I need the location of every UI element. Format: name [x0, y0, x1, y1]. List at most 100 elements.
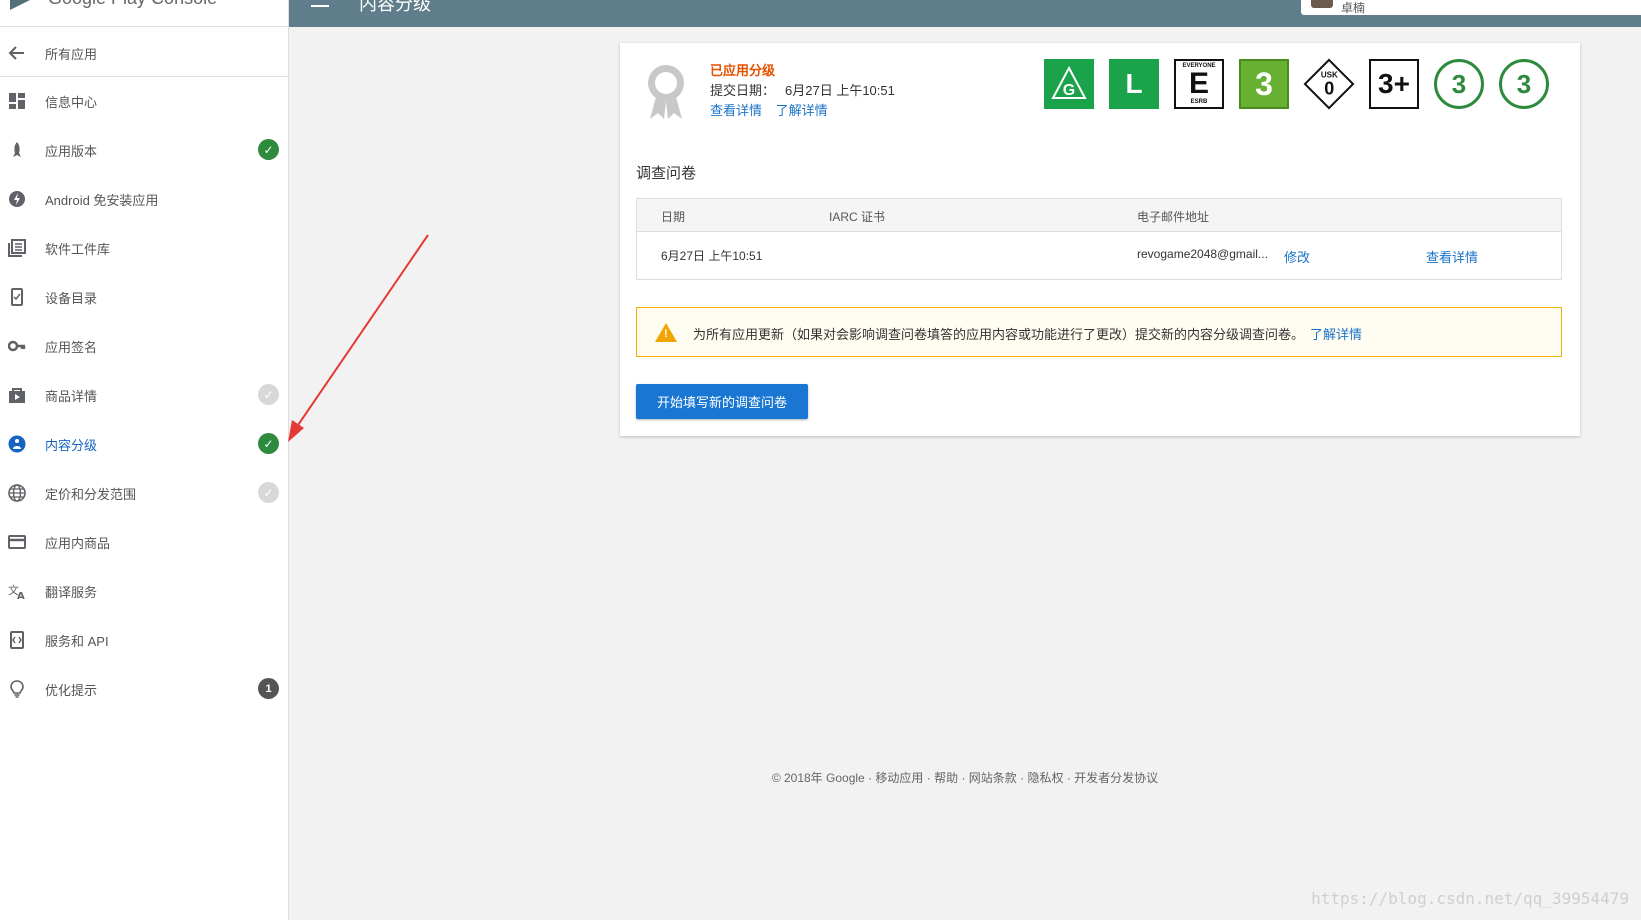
check-circle-icon: ✓ [258, 139, 279, 160]
footer-copyright: © 2018年 Google [771, 771, 865, 785]
sidebar-item-label: 所有应用 [45, 47, 98, 62]
column-date: 日期 [661, 210, 686, 224]
sidebar-item-label: 商品详情 [45, 389, 98, 404]
sidebar-item-label: 信息中心 [45, 95, 98, 110]
sidebar-item-translate[interactable]: 文 A 翻译服务 [0, 566, 289, 615]
sidebar: Google Play Console 所有应用 信息中心应用版本 ✓ Androi… [0, 0, 289, 920]
warning-message: 为所有应用更新（如果对会影响调查问卷填答的应用内容或功能进行了更改）提交新的内容… [693, 327, 1305, 342]
sidebar-item-label: 翻译服务 [45, 585, 98, 600]
footer-link[interactable]: 开发者分发协议 [1074, 771, 1158, 785]
warning-icon [655, 323, 677, 342]
warning-banner: 为所有应用更新（如果对会影响调查问卷填答的应用内容或功能进行了更改）提交新的内容… [636, 307, 1562, 357]
sidebar-item-store-listing[interactable]: 商品详情 ✓ [0, 370, 289, 419]
rating-badge-g-text: G [1063, 82, 1075, 99]
row-date: 6月27日 上午10:51 [661, 249, 763, 263]
sidebar-item-device[interactable]: 设备目录 [0, 272, 289, 321]
footer-links: · 移动应用 · 帮助 · 网站条款 · 隐私权 · 开发者分发协议 [868, 771, 1159, 785]
esrb-bottom-label: ESRB [1190, 99, 1208, 105]
learn-more-link[interactable]: 了解详情 [776, 103, 828, 118]
column-iarc: IARC 证书 [829, 210, 886, 224]
esrb-letter: E [1188, 67, 1209, 100]
footer-link[interactable]: 网站条款 [969, 771, 1017, 785]
sidebar-item-label: 应用签名 [45, 340, 98, 355]
view-details-link[interactable]: 查看详情 [1426, 247, 1478, 266]
count-badge: 1 [258, 678, 279, 699]
sidebar-item-globe[interactable]: 定价和分发范围 ✓ [0, 468, 289, 517]
app-bar: 内容分级 卓楠 [289, 0, 1641, 27]
table-row: 6月27日 上午10:51 revogame2048@gmail... 修改 查… [637, 232, 1561, 279]
key-icon [7, 336, 27, 356]
rating-badge-esrb: EVERYONE E ESRB [1174, 59, 1224, 109]
rating-status: 已应用分级 [710, 63, 776, 78]
store-listing-icon [7, 385, 27, 405]
sidebar-item-label: 优化提示 [45, 683, 98, 698]
rating-links: 查看详情 了解详情 [710, 100, 838, 119]
warning-learn-more-link[interactable]: 了解详情 [1310, 327, 1362, 342]
translate-icon: 文A [7, 581, 27, 601]
start-questionnaire-button[interactable]: 开始填写新的调查问卷 [636, 384, 808, 419]
credit-card-icon [7, 532, 27, 552]
sidebar-item-label: Android 免安装应用 [45, 193, 159, 208]
sidebar-item-lightning[interactable]: Android 免安装应用 [0, 174, 289, 223]
edit-link[interactable]: 修改 [1284, 247, 1310, 266]
sidebar-item-library[interactable]: 软件工件库 [0, 223, 289, 272]
brand-name: Google Play Console [48, 0, 217, 9]
sidebar-item-label: 服务和 API [45, 634, 109, 649]
footer-link[interactable]: 移动应用 [875, 771, 923, 785]
sidebar-item-label: 软件工件库 [45, 242, 111, 257]
submit-date-value: 6月27日 上午10:51 [785, 83, 895, 98]
sidebar-item-all-apps[interactable]: 所有应用 [0, 28, 289, 77]
rating-badge-l: L [1109, 59, 1159, 109]
rating-badge-usk: USK 0 [1303, 58, 1355, 110]
arrow-back-icon [7, 43, 27, 63]
rating-badge-circle-1: 3 [1434, 59, 1484, 109]
rating-badge-pegi: 3 [1239, 59, 1289, 109]
sidebar-item-label: 应用版本 [45, 144, 98, 159]
rating-badge-g: G [1044, 59, 1094, 109]
footer-link[interactable]: 帮助 [934, 771, 958, 785]
sidebar-item-key[interactable]: 应用签名 [0, 321, 289, 370]
footer: © 2018年 Google · 移动应用 · 帮助 · 网站条款 · 隐私权 … [289, 769, 1641, 786]
sidebar-item-credit-card[interactable]: 应用内商品 [0, 517, 289, 566]
sidebar-item-label: 应用内商品 [45, 536, 111, 551]
account-switcher[interactable]: 卓楠 [1301, 0, 1641, 15]
sidebar-item-label: 内容分级 [45, 438, 98, 453]
sidebar-item-label: 定价和分发范围 [45, 487, 137, 502]
globe-icon [7, 483, 27, 503]
award-icon [648, 65, 684, 119]
content-rating-card: 已应用分级 提交日期： 6月27日 上午10:51 查看详情 了解详情 G L E… [620, 43, 1580, 436]
row-email: revogame2048@gmail... [1137, 247, 1268, 261]
check-circle-icon: ✓ [258, 433, 279, 454]
submit-date-label: 提交日期： [710, 83, 776, 98]
play-console-logo-icon [10, 0, 30, 10]
questionnaire-table: 日期 IARC 证书 电子邮件地址 6月27日 上午10:51 revogame… [636, 198, 1562, 280]
library-icon [7, 238, 27, 258]
sidebar-item-api[interactable]: 服务和 API [0, 615, 289, 664]
brand-header[interactable]: Google Play Console [0, 0, 289, 27]
submit-date: 提交日期： 6月27日 上午10:51 [710, 80, 905, 99]
column-email: 电子邮件地址 [1137, 210, 1210, 224]
sidebar-item-rocket[interactable]: 应用版本 ✓ [0, 125, 289, 174]
lightbulb-icon [7, 679, 27, 699]
rating-badge-circle-2: 3 [1499, 59, 1549, 109]
page-title: 内容分级 [359, 0, 431, 14]
sidebar-item-label: 设备目录 [45, 291, 98, 306]
sidebar-item-content-rating[interactable]: 内容分级 ✓ [0, 419, 289, 468]
check-circle-grey-icon: ✓ [258, 482, 279, 503]
view-details-link[interactable]: 查看详情 [710, 103, 762, 118]
sidebar-item-lightbulb[interactable]: 优化提示 1 [0, 664, 289, 713]
user-name: 卓楠 [1341, 1, 1366, 15]
device-icon [7, 287, 27, 307]
dashboard-icon [7, 91, 27, 111]
rating-badge-iarc: 3+ [1369, 59, 1419, 109]
svg-text:A: A [17, 591, 25, 600]
menu-icon[interactable] [311, 0, 329, 7]
usk-value: 0 [1323, 77, 1335, 98]
content-rating-icon [7, 434, 27, 454]
warning-text: 为所有应用更新（如果对会影响调查问卷填答的应用内容或功能进行了更改）提交新的内容… [693, 324, 1362, 343]
api-icon [7, 630, 27, 650]
table-header: 日期 IARC 证书 电子邮件地址 [637, 199, 1561, 232]
check-circle-grey-icon: ✓ [258, 384, 279, 405]
footer-link[interactable]: 隐私权 [1027, 771, 1063, 785]
sidebar-item-dashboard[interactable]: 信息中心 [0, 76, 289, 125]
